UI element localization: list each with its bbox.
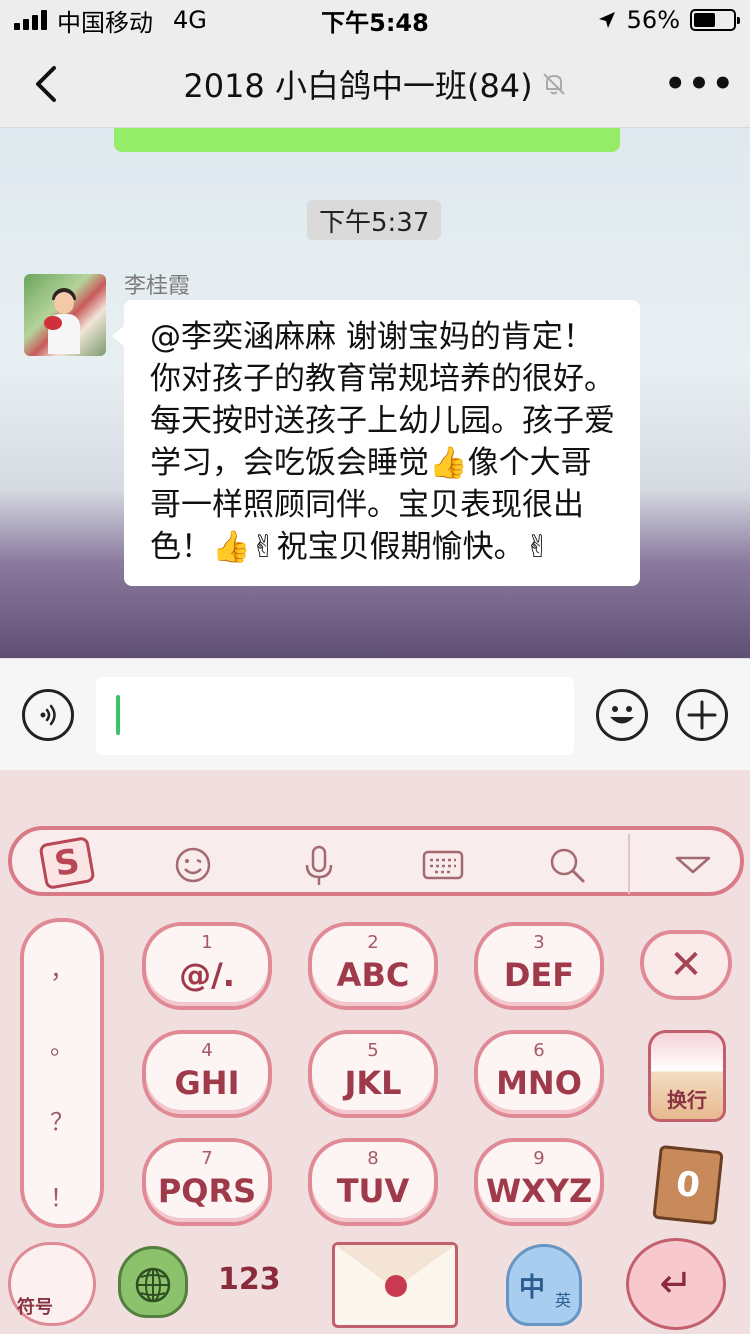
punct-question[interactable]: ？ — [24, 1102, 100, 1137]
heart-seal-icon — [385, 1275, 407, 1297]
key-7[interactable]: 7 PQRS — [142, 1138, 272, 1226]
smiley-icon — [610, 706, 634, 724]
number-mode-key[interactable]: 123 — [218, 1262, 281, 1297]
key-number: 4 — [201, 1040, 213, 1061]
battery-percent: 56% — [626, 6, 680, 34]
key-number: 6 — [533, 1040, 545, 1061]
key-3[interactable]: 3 DEF — [474, 922, 604, 1010]
chat-area[interactable]: 下午5:37 李桂霞 @李奕涵麻麻 谢谢宝妈的肯定！你对孩子的教育常规培养的很好… — [0, 128, 750, 658]
key-1[interactable]: 1 @/. — [142, 922, 272, 1010]
punctuation-column[interactable]: ， 。 ？ ！ — [20, 918, 104, 1228]
key-5[interactable]: 5 JKL — [308, 1030, 438, 1118]
key-9[interactable]: 9 WXYZ — [474, 1138, 604, 1226]
status-bar: 中国移动 4G 下午5:48 56% — [0, 0, 750, 40]
nav-bar: 2018 小白鸽中一班(84) ••• — [0, 40, 750, 128]
search-icon[interactable] — [542, 840, 592, 890]
more-button[interactable]: ••• — [664, 58, 733, 110]
punct-exclamation[interactable]: ！ — [24, 1178, 100, 1213]
globe-key[interactable] — [118, 1246, 188, 1318]
key-number: 2 — [367, 932, 379, 953]
avatar-flowers — [44, 316, 62, 330]
key-letters: MNO — [496, 1064, 582, 1102]
text-caret — [116, 695, 120, 735]
back-button[interactable] — [22, 58, 70, 110]
newline-key[interactable]: 换行 — [648, 1030, 726, 1122]
key-letters: @/. — [179, 956, 235, 994]
key-8[interactable]: 8 TUV — [308, 1138, 438, 1226]
keyboard-icon[interactable] — [418, 840, 468, 890]
key-letters: ABC — [336, 956, 410, 994]
sender-name: 李桂霞 — [124, 274, 191, 299]
lang-en-label: 英 — [555, 1291, 572, 1310]
previous-message-bubble[interactable] — [114, 128, 620, 152]
keyboard-bottom-row: 符号 123 中 英 ↵ — [0, 1232, 750, 1334]
carrier-name: 中国移动 — [57, 8, 153, 37]
key-number: 3 — [533, 932, 545, 953]
voice-button[interactable] — [22, 689, 74, 741]
signal-icon — [14, 10, 47, 30]
punct-period[interactable]: 。 — [24, 1026, 100, 1061]
emoji-icon[interactable] — [168, 840, 218, 890]
globe-icon — [135, 1267, 171, 1303]
key-number: 1 — [201, 932, 213, 953]
key-letters: TUV — [336, 1172, 410, 1210]
key-letters: GHI — [174, 1064, 240, 1102]
newline-label: 换行 — [667, 1088, 707, 1112]
battery-icon — [690, 9, 740, 31]
key-0[interactable]: 0 — [652, 1144, 724, 1226]
symbol-key[interactable]: 符号 — [8, 1242, 96, 1326]
avatar[interactable] — [24, 274, 106, 356]
message-input[interactable] — [96, 677, 574, 755]
collapse-icon[interactable] — [668, 840, 718, 890]
location-arrow-icon — [598, 12, 615, 28]
network-type: 4G — [173, 6, 207, 34]
plus-button[interactable] — [676, 689, 728, 741]
input-bar — [0, 658, 750, 770]
key-number: 8 — [367, 1148, 379, 1169]
key-letters: PQRS — [157, 1172, 257, 1210]
key-6[interactable]: 6 MNO — [474, 1030, 604, 1118]
plus-icon — [687, 700, 717, 730]
language-switch-key[interactable]: 中 英 — [506, 1244, 582, 1326]
chevron-left-icon — [36, 66, 56, 102]
avatar-face — [54, 292, 74, 314]
key-letters: WXYZ — [485, 1172, 593, 1210]
keyboard: S ， 。 ？ ！ 1 @/. 2 ABC 3 DEF 4 GHI 5 JKL 6 MNO … — [0, 770, 750, 1334]
enter-key[interactable]: ↵ — [626, 1238, 726, 1330]
toolbar-divider — [628, 834, 630, 894]
lang-zh-label: 中 — [519, 1273, 546, 1303]
key-letters: DEF — [503, 956, 575, 994]
key-number: 5 — [367, 1040, 379, 1061]
keyboard-toolbar: S — [8, 826, 744, 896]
battery-fill — [694, 13, 716, 27]
time-badge: 下午5:37 — [307, 200, 442, 240]
delete-key[interactable]: ✕ — [640, 930, 732, 1000]
punct-comma[interactable]: ， — [24, 950, 100, 985]
sogou-logo-icon[interactable]: S — [38, 836, 96, 890]
chat-title: 2018 小白鸽中一班(84) — [183, 66, 533, 105]
message-bubble[interactable]: @李奕涵麻麻 谢谢宝妈的肯定！你对孩子的教育常规培养的很好。每天按时送孩子上幼儿… — [112, 300, 640, 586]
bell-off-icon — [542, 72, 565, 95]
message-text: @李奕涵麻麻 谢谢宝妈的肯定！你对孩子的教育常规培养的很好。每天按时送孩子上幼儿… — [150, 319, 615, 565]
key-number: 7 — [201, 1148, 213, 1169]
microphone-icon[interactable] — [294, 840, 344, 890]
key-number: 9 — [533, 1148, 545, 1169]
emoji-button[interactable] — [596, 689, 648, 741]
key-letters: JKL — [344, 1064, 402, 1102]
space-key[interactable] — [332, 1242, 458, 1328]
key-4[interactable]: 4 GHI — [142, 1030, 272, 1118]
key-2[interactable]: 2 ABC — [308, 922, 438, 1010]
symbol-label: 符号 — [17, 1297, 53, 1318]
voice-icon — [40, 704, 56, 726]
